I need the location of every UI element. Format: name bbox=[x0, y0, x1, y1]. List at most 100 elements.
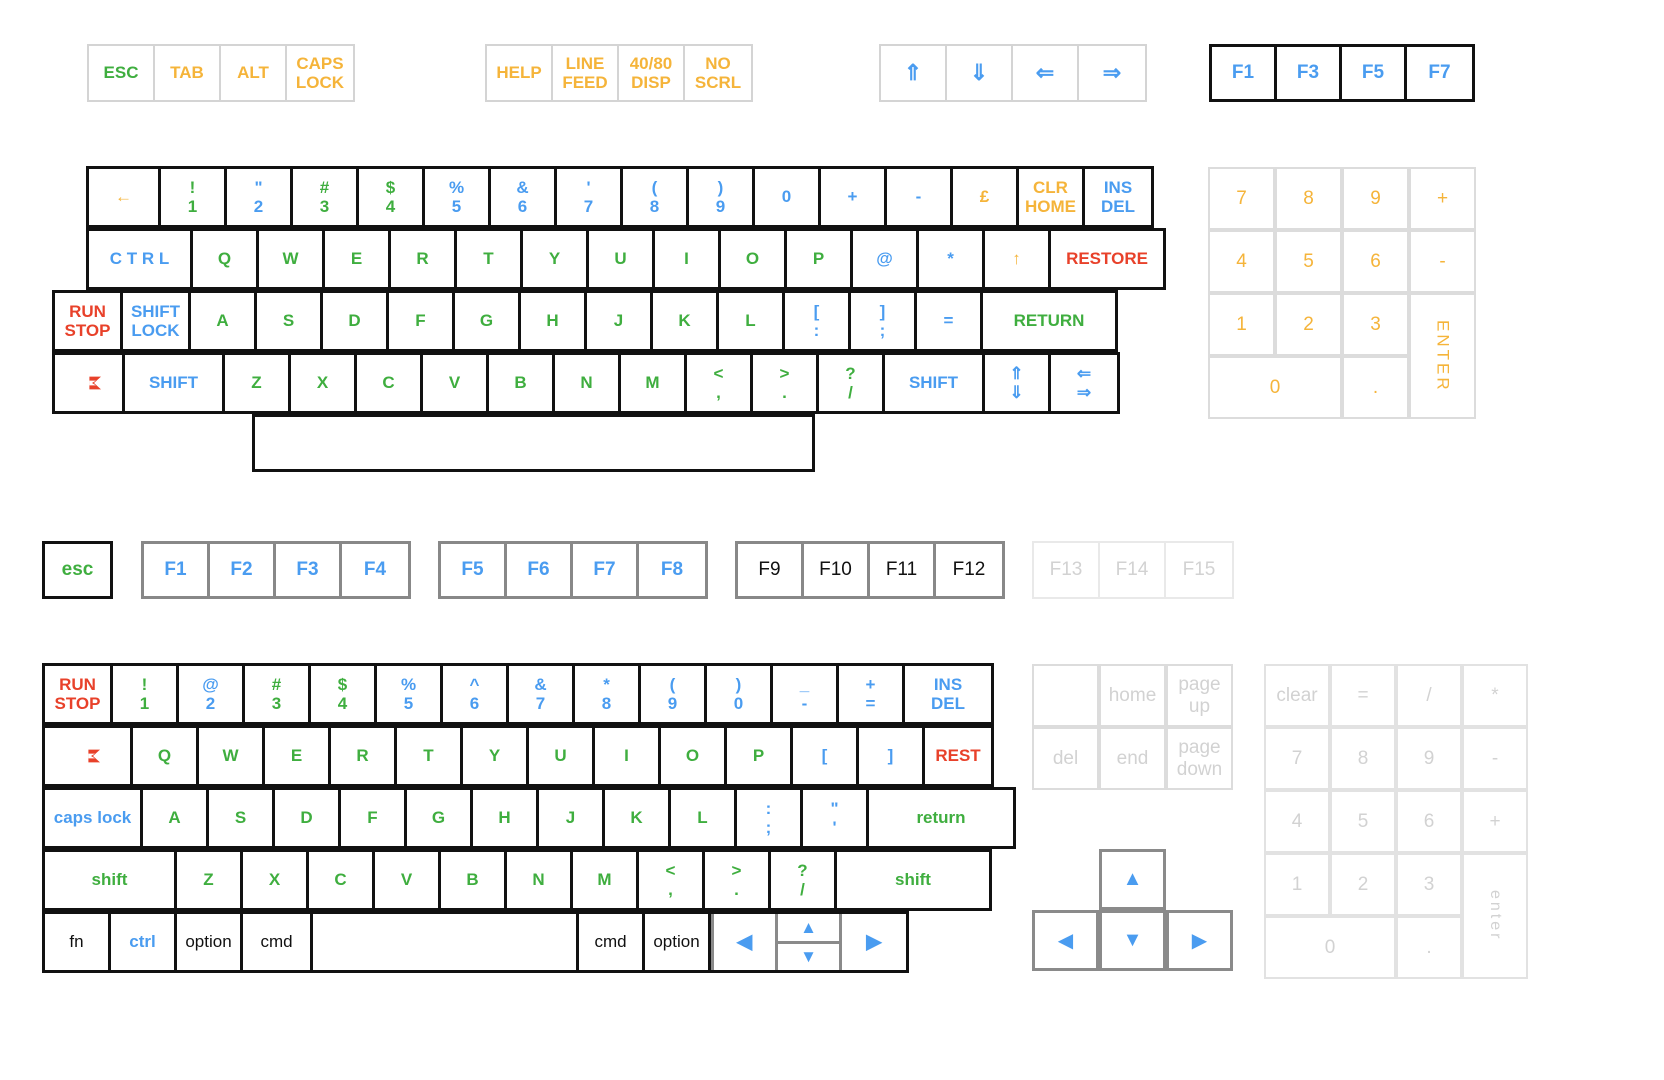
c64-keypad-key-3[interactable]: 3 bbox=[1342, 293, 1409, 356]
c64-j[interactable]: J bbox=[587, 293, 653, 349]
mac-nav-key-del[interactable]: del bbox=[1032, 727, 1099, 790]
mac-keypad-key-9[interactable]: 9 bbox=[1396, 727, 1462, 790]
c64-special-help[interactable]: HELP bbox=[487, 46, 553, 100]
mac-4[interactable]: $4 bbox=[311, 666, 377, 722]
c64-keypad-key-5[interactable]: 5 bbox=[1275, 230, 1342, 293]
c64-keypad-key--[interactable]: . bbox=[1342, 356, 1409, 419]
mac-keypad-key--[interactable]: . bbox=[1396, 916, 1462, 979]
mac-fkey-f12[interactable]: F12 bbox=[936, 544, 1002, 596]
c64-fkey-f3[interactable]: F3 bbox=[1277, 47, 1342, 99]
mac-blank[interactable]: <, bbox=[639, 852, 705, 908]
mac-blank[interactable]: _ - bbox=[773, 666, 839, 722]
mac-i[interactable]: I bbox=[595, 728, 661, 784]
c64-keypad-key-2[interactable]: 2 bbox=[1275, 293, 1342, 356]
mac-rest[interactable]: REST bbox=[925, 728, 991, 784]
c64-fkey-f1[interactable]: F1 bbox=[1212, 47, 1277, 99]
mac-fkey-f1[interactable]: F1 bbox=[144, 544, 210, 596]
mac-mod-cmd[interactable]: cmd bbox=[243, 914, 313, 970]
mac-0[interactable]: ) 0 bbox=[707, 666, 773, 722]
c64-special-caps-lock[interactable]: CAPS LOCK bbox=[287, 46, 353, 100]
c64-f[interactable]: F bbox=[389, 293, 455, 349]
c64-e[interactable]: E bbox=[325, 231, 391, 287]
c64-k[interactable]: K bbox=[653, 293, 719, 349]
mac-5[interactable]: % 5 bbox=[377, 666, 443, 722]
c64-cursor-double-arrow-down[interactable]: ⇓ bbox=[947, 46, 1013, 100]
mac-nav-key-pagedown[interactable]: page down bbox=[1166, 727, 1233, 790]
mac-esc[interactable]: esc bbox=[45, 544, 110, 596]
mac-fkey-f5[interactable]: F5 bbox=[441, 544, 507, 596]
mac-keypad-key-7[interactable]: 7 bbox=[1264, 727, 1330, 790]
mac-fkey-f2[interactable]: F2 bbox=[210, 544, 276, 596]
mac-keypad-key-3[interactable]: 3 bbox=[1396, 853, 1462, 916]
mac-s[interactable]: S bbox=[209, 790, 275, 846]
c64-keypad-key-1[interactable]: 1 bbox=[1208, 293, 1275, 356]
mac-blank[interactable]: " ' bbox=[803, 790, 869, 846]
c64-keypad-key--[interactable]: - bbox=[1409, 230, 1476, 293]
c64-blank[interactable]: ? / bbox=[819, 355, 885, 411]
mac-mod-fn[interactable]: fn bbox=[45, 914, 111, 970]
c64-c-t-r-l[interactable]: C T R L bbox=[89, 231, 193, 287]
mac-6[interactable]: ^ 6 bbox=[443, 666, 509, 722]
mac-fkey-f15[interactable]: F15 bbox=[1166, 543, 1232, 597]
c64-g[interactable]: G bbox=[455, 293, 521, 349]
mac-u[interactable]: U bbox=[529, 728, 595, 784]
mac-7[interactable]: & 7 bbox=[509, 666, 575, 722]
mac-blank[interactable]: + = bbox=[839, 666, 905, 722]
c64-u[interactable]: U bbox=[589, 231, 655, 287]
c64-keypad-key-6[interactable]: 6 bbox=[1342, 230, 1409, 293]
c64-4[interactable]: $4 bbox=[359, 169, 425, 225]
mac-j[interactable]: J bbox=[539, 790, 605, 846]
mac-blank[interactable]: ] bbox=[859, 728, 925, 784]
c64-d[interactable]: D bbox=[323, 293, 389, 349]
c64-2[interactable]: " 2 bbox=[227, 169, 293, 225]
mac-blank[interactable]: [ bbox=[793, 728, 859, 784]
mac-2[interactable]: @2 bbox=[179, 666, 245, 722]
mac-return[interactable]: return bbox=[869, 790, 1013, 846]
c64-9[interactable]: ) 9 bbox=[689, 169, 755, 225]
mac-cluster-arrow-down[interactable]: ▼ bbox=[1099, 910, 1166, 971]
c64-x[interactable]: X bbox=[291, 355, 357, 411]
mac-mod-ctrl[interactable]: ctrl bbox=[111, 914, 177, 970]
c64-8[interactable]: (8 bbox=[623, 169, 689, 225]
c64-ins-del[interactable]: INS DEL bbox=[1085, 169, 1151, 225]
c64-blank[interactable]: <, bbox=[687, 355, 753, 411]
mac-blank[interactable]: ? / bbox=[771, 852, 837, 908]
mac-keypad-key-6[interactable]: 6 bbox=[1396, 790, 1462, 853]
mac-mod-option[interactable]: option bbox=[177, 914, 243, 970]
c64-keypad-key-enter[interactable]: ENTER bbox=[1409, 293, 1476, 419]
mac-arrow-right-key[interactable]: ▶ bbox=[842, 914, 906, 970]
mac-a[interactable]: A bbox=[143, 790, 209, 846]
c64-blank[interactable]: ← bbox=[89, 169, 161, 225]
mac-fkey-f4[interactable]: F4 bbox=[342, 544, 408, 596]
c64-keypad-key-8[interactable]: 8 bbox=[1275, 167, 1342, 230]
mac-blank[interactable]: >. bbox=[705, 852, 771, 908]
mac-keypad-key--[interactable]: = bbox=[1330, 664, 1396, 727]
mac-fkey-f9[interactable]: F9 bbox=[738, 544, 804, 596]
mac-l[interactable]: L bbox=[671, 790, 737, 846]
c64-a[interactable]: A bbox=[191, 293, 257, 349]
c64-blank[interactable]: [: bbox=[785, 293, 851, 349]
c64-blank[interactable]: @ bbox=[853, 231, 919, 287]
mac-mod-option[interactable]: option bbox=[645, 914, 711, 970]
mac-9[interactable]: (9 bbox=[641, 666, 707, 722]
c64-blank[interactable]: >. bbox=[753, 355, 819, 411]
mac-1[interactable]: ! 1 bbox=[113, 666, 179, 722]
mac-keypad-key--[interactable]: - bbox=[1462, 727, 1528, 790]
mac-m[interactable]: M bbox=[573, 852, 639, 908]
c64-shift[interactable]: SHIFT bbox=[125, 355, 225, 411]
c64-blank[interactable]: - bbox=[887, 169, 953, 225]
c64-y[interactable]: Y bbox=[523, 231, 589, 287]
mac-keypad-key-clear[interactable]: clear bbox=[1264, 664, 1330, 727]
c64-restore[interactable]: RESTORE bbox=[1051, 231, 1163, 287]
mac-nav-key-pageup[interactable]: page up bbox=[1166, 664, 1233, 727]
mac-keypad-key-5[interactable]: 5 bbox=[1330, 790, 1396, 853]
mac-arrow-down-key[interactable]: ▼ bbox=[778, 943, 839, 970]
c64-b[interactable]: B bbox=[489, 355, 555, 411]
mac-keypad-key-0[interactable]: 0 bbox=[1264, 916, 1396, 979]
c64-h[interactable]: H bbox=[521, 293, 587, 349]
c64-p[interactable]: P bbox=[787, 231, 853, 287]
c64-3[interactable]: #3 bbox=[293, 169, 359, 225]
c64-m[interactable]: M bbox=[621, 355, 687, 411]
mac-blank[interactable]: :; bbox=[737, 790, 803, 846]
mac-d[interactable]: D bbox=[275, 790, 341, 846]
